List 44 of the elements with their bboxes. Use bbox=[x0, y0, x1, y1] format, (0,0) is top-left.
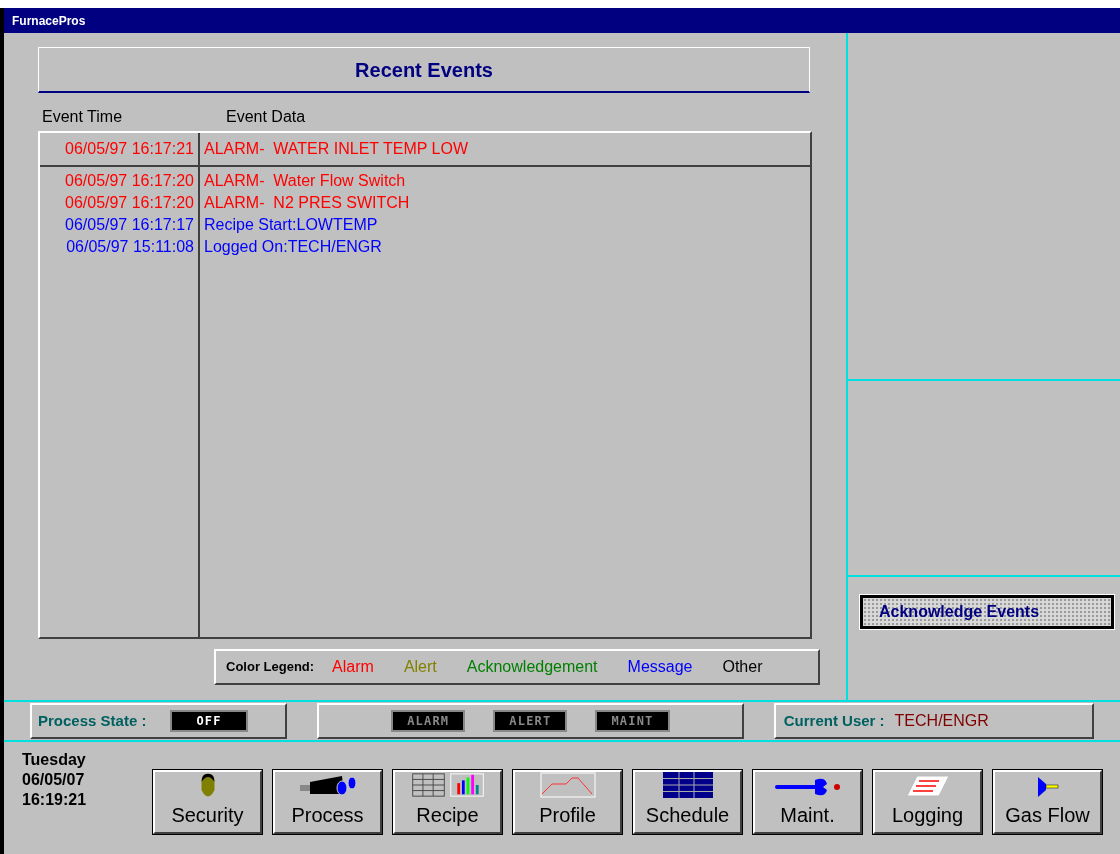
nav-button[interactable]: Process bbox=[273, 770, 382, 834]
process-state-indicator: OFF bbox=[170, 710, 248, 732]
legend-item: Other bbox=[722, 657, 763, 677]
title-bar: FurnacePros bbox=[4, 8, 1120, 33]
nav-button[interactable]: Profile bbox=[513, 770, 622, 834]
nav-button[interactable]: Recipe bbox=[393, 770, 502, 834]
nav-button[interactable]: Maint. bbox=[753, 770, 862, 834]
column-header: Event Time bbox=[41, 107, 124, 127]
event-time: 06/05/97 16:17:17 bbox=[65, 215, 194, 235]
event-data: Logged On:TECH/ENGR bbox=[204, 237, 383, 257]
valve-icon bbox=[1035, 776, 1060, 798]
legend-item: Acknowledgement bbox=[466, 657, 598, 677]
legend-item: Message bbox=[627, 657, 693, 677]
binoculars-icon bbox=[297, 774, 358, 798]
status-indicator: ALARM bbox=[391, 710, 466, 732]
day: Tuesday bbox=[22, 750, 153, 770]
current-user-label: Current User : bbox=[783, 710, 885, 731]
wrench-icon bbox=[772, 776, 843, 798]
event-time: 06/05/97 16:17:20 bbox=[65, 193, 194, 213]
date: 06/05/07 bbox=[22, 770, 86, 790]
event-time: 06/05/97 15:11:08 bbox=[66, 237, 194, 257]
nav-button[interactable]: Security bbox=[153, 770, 262, 834]
nav-button[interactable]: Gas Flow bbox=[993, 770, 1102, 834]
line-chart-icon bbox=[539, 772, 596, 798]
nav-button[interactable]: Schedule bbox=[633, 770, 742, 834]
event-data: ALARM- WATER INLET TEMP LOW bbox=[204, 139, 469, 159]
process-state-label: Process State : bbox=[38, 710, 147, 731]
acknowledge-events-button[interactable]: Acknowledge Events bbox=[860, 595, 1114, 629]
panel-title: Recent Events bbox=[38, 47, 810, 93]
column-header: Event Data bbox=[226, 107, 306, 127]
legend-label: Color Legend: bbox=[226, 658, 315, 677]
event-time: 06/05/97 16:17:21 bbox=[65, 139, 194, 159]
event-data: ALARM- Water Flow Switch bbox=[204, 171, 407, 191]
legend-item: Alert bbox=[403, 657, 437, 677]
legend-item: Alarm bbox=[332, 657, 374, 677]
current-user: TECH/ENGR bbox=[894, 711, 989, 731]
event-data: Recipe Start:LOWTEMP bbox=[204, 215, 379, 235]
time: 16:19:21 bbox=[22, 790, 88, 810]
grid-icon bbox=[662, 772, 713, 798]
status-indicator: MAINT bbox=[595, 710, 670, 732]
event-data: ALARM- N2 PRES SWITCH bbox=[204, 193, 411, 213]
nav-button[interactable]: Logging bbox=[873, 770, 982, 834]
event-time: 06/05/97 16:17:20 bbox=[65, 171, 194, 191]
status-indicator: ALERT bbox=[493, 710, 568, 732]
